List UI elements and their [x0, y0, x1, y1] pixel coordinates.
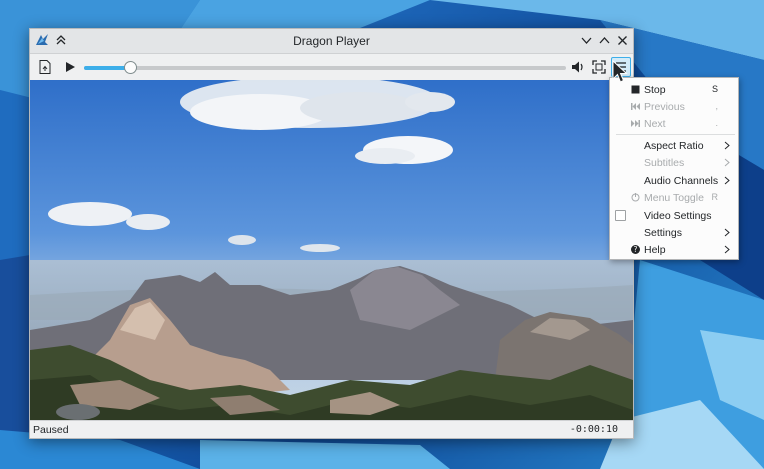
menu-item-next[interactable]: Next . [610, 115, 738, 132]
seek-slider[interactable] [84, 66, 566, 70]
menu-item-video-settings[interactable]: Video Settings [610, 207, 738, 224]
menu-item-audio-channels[interactable]: Audio Channels [610, 172, 738, 189]
next-icon [630, 118, 641, 129]
main-menu: Stop S Previous , Next . Aspect Ratio Su… [609, 77, 739, 260]
status-bar: Paused -0:00:10 [30, 420, 633, 438]
menu-item-settings[interactable]: Settings [610, 224, 738, 241]
toolbar [30, 54, 633, 80]
svg-text:?: ? [634, 245, 638, 254]
menu-separator [616, 134, 735, 135]
titlebar[interactable]: Dragon Player [30, 29, 633, 54]
chevron-right-icon [724, 228, 730, 237]
menu-item-help[interactable]: ? Help [610, 241, 738, 258]
time-remaining: -0:00:10 [570, 424, 618, 435]
menu-item-subtitles[interactable]: Subtitles [610, 154, 738, 171]
playback-state: Paused [33, 424, 69, 436]
speaker-icon[interactable] [570, 59, 586, 75]
play-icon[interactable] [62, 59, 78, 75]
video-settings-checkbox[interactable] [615, 210, 626, 221]
menu-item-stop[interactable]: Stop S [610, 81, 738, 98]
chevron-right-icon [724, 158, 730, 167]
close-icon[interactable] [616, 34, 629, 47]
seek-handle[interactable] [124, 61, 137, 74]
maximize-icon[interactable] [598, 34, 611, 47]
video-display[interactable] [30, 80, 633, 421]
fullscreen-icon[interactable] [591, 59, 607, 75]
menu-item-aspect-ratio[interactable]: Aspect Ratio [610, 137, 738, 154]
help-icon: ? [630, 244, 641, 255]
window-title: Dragon Player [30, 34, 633, 48]
minimize-icon[interactable] [580, 34, 593, 47]
chevron-right-icon [724, 141, 730, 150]
menu-item-menu-toggle[interactable]: Menu Toggle R [610, 189, 738, 206]
chevron-right-icon [724, 245, 730, 254]
menu-item-previous[interactable]: Previous , [610, 98, 738, 115]
mouse-cursor-icon [612, 60, 628, 84]
seek-progress [84, 66, 130, 70]
open-file-icon[interactable] [37, 59, 53, 75]
chevron-right-icon [724, 176, 730, 185]
menu-toggle-icon [630, 192, 641, 203]
stop-icon [630, 84, 641, 95]
previous-icon [630, 101, 641, 112]
dragon-player-window: Dragon Player [29, 28, 634, 439]
